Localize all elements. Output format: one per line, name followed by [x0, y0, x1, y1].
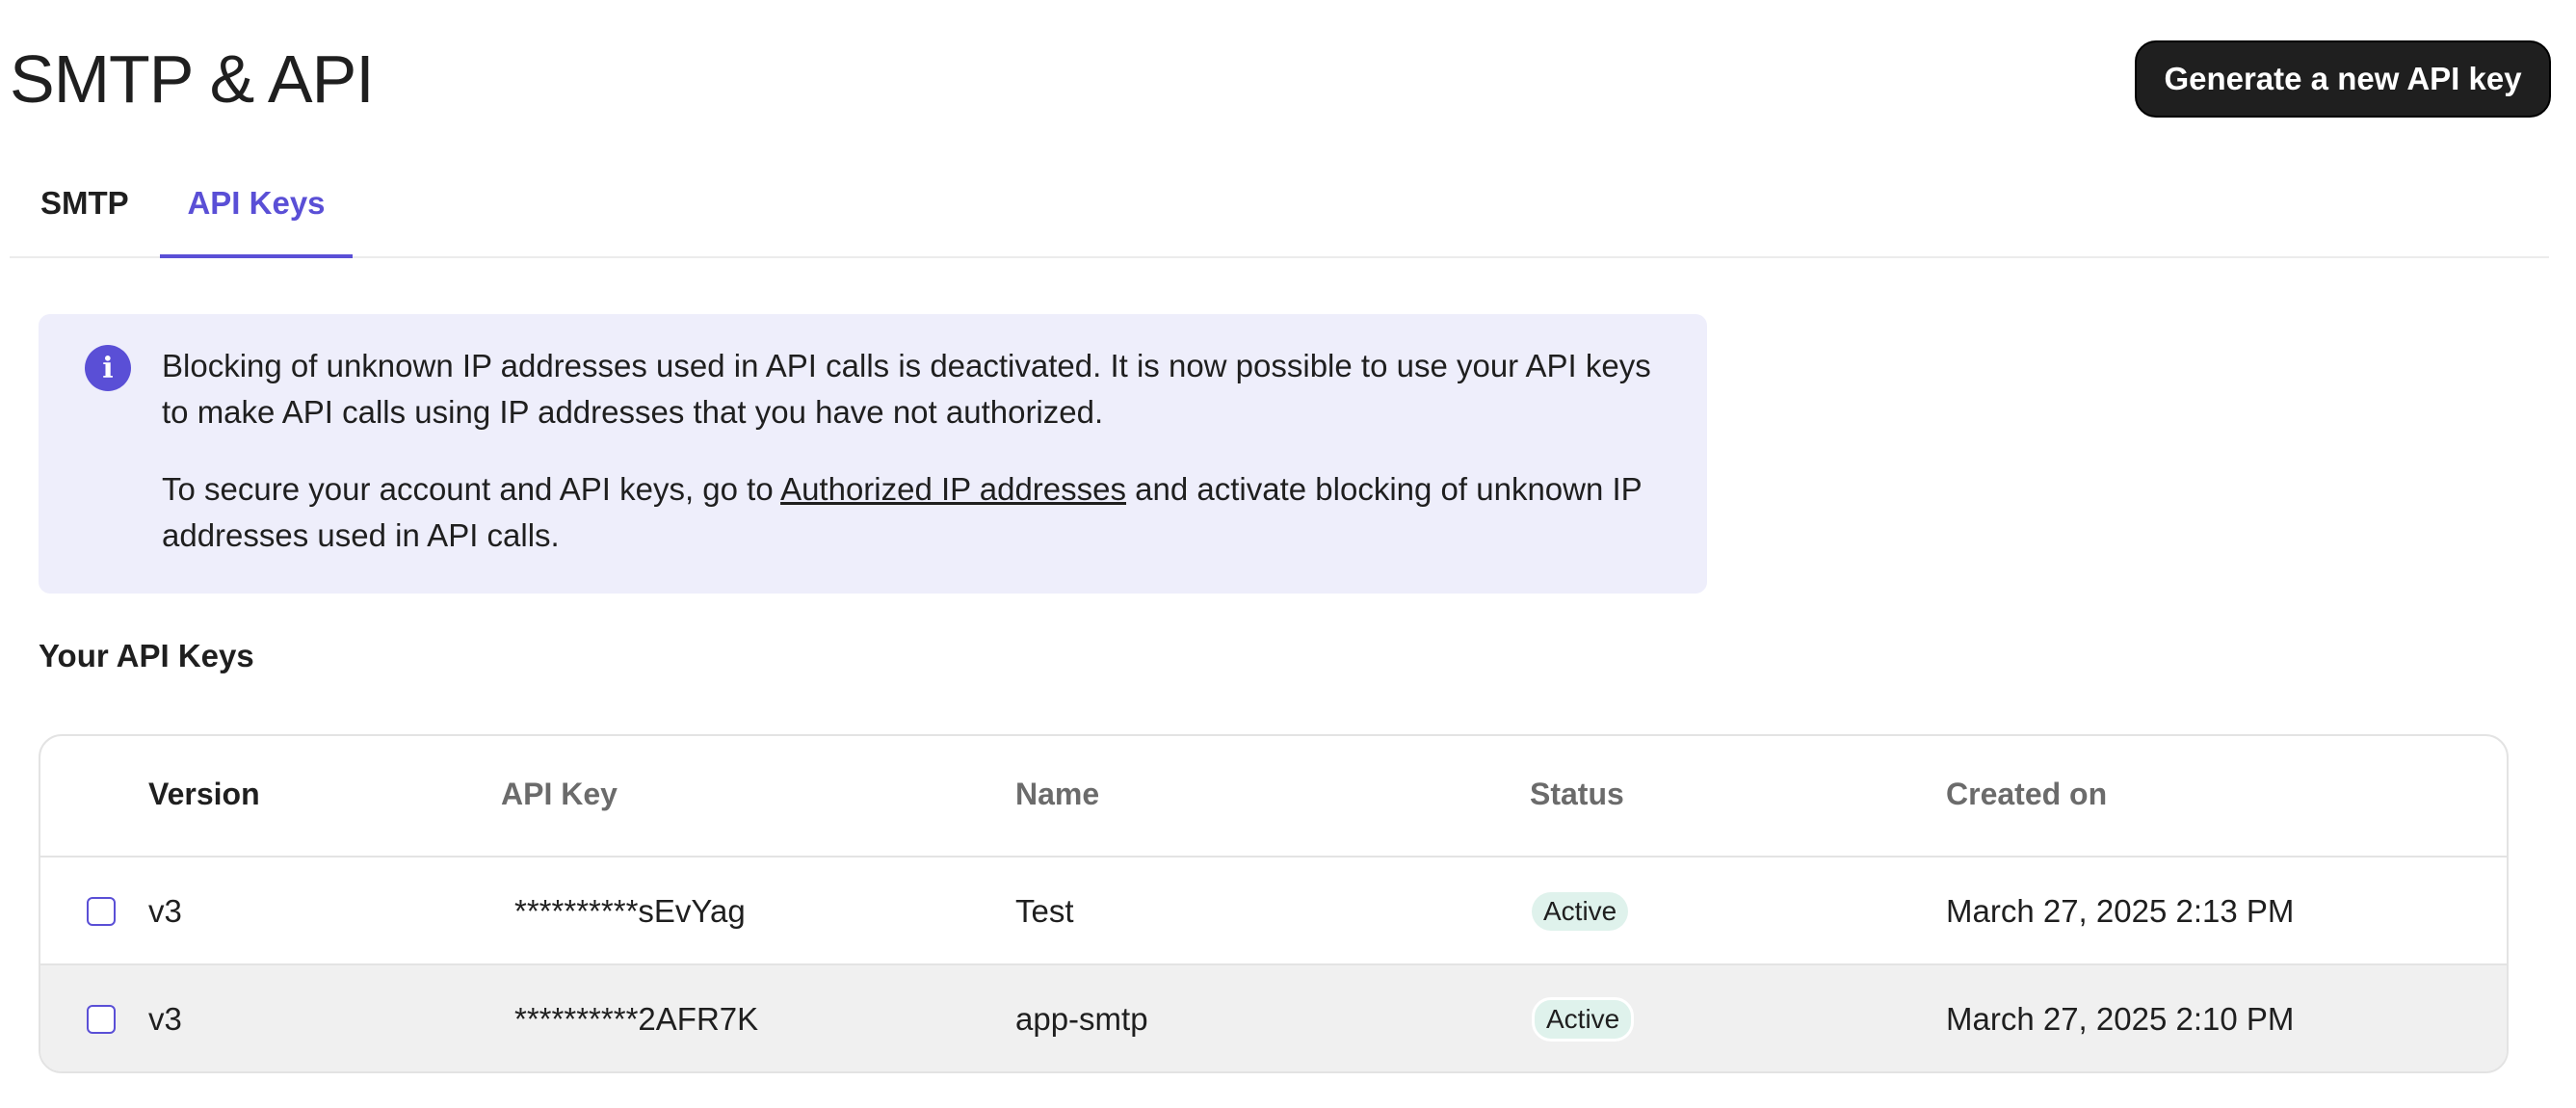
row-checkbox-cell: [87, 965, 116, 1071]
column-header-name[interactable]: Name: [1015, 777, 1099, 812]
status-badge: Active: [1532, 892, 1629, 931]
table-header: Version API Key Name Status Created on: [40, 736, 2507, 857]
row-checkbox[interactable]: [87, 1005, 116, 1034]
created-on-cell: March 27, 2025 2:10 PM: [1946, 1001, 2295, 1037]
info-icon: i: [85, 345, 131, 391]
page-title: SMTP & API: [10, 41, 375, 117]
section-title: Your API Keys: [39, 638, 254, 673]
table-row[interactable]: v3 **********sEvYag Test Active March 27…: [40, 857, 2507, 965]
tab-smtp[interactable]: SMTP: [40, 164, 129, 256]
version-cell: v3: [148, 1001, 182, 1037]
banner-paragraph-2: To secure your account and API keys, go …: [162, 466, 1665, 559]
status-cell: Active: [1532, 965, 1635, 1071]
page: SMTP & API Generate a new API key SMTP A…: [0, 0, 2576, 1108]
authorized-ip-addresses-link[interactable]: Authorized IP addresses: [780, 471, 1126, 507]
column-header-api-key[interactable]: API Key: [501, 777, 618, 812]
name-cell: app-smtp: [1015, 1001, 1148, 1037]
generate-api-key-button[interactable]: Generate a new API key: [2135, 40, 2551, 118]
api-keys-table: Version API Key Name Status Created on v…: [39, 734, 2509, 1073]
column-header-status[interactable]: Status: [1530, 777, 1624, 812]
row-checkbox-cell: [87, 857, 116, 965]
row-checkbox[interactable]: [87, 897, 116, 926]
created-on-cell: March 27, 2025 2:13 PM: [1946, 893, 2295, 929]
name-cell: Test: [1015, 893, 1074, 929]
column-header-version[interactable]: Version: [148, 777, 260, 812]
api-key-cell: **********2AFR7K: [514, 1001, 759, 1037]
tab-api-keys[interactable]: API Keys: [160, 164, 353, 258]
table-row[interactable]: v3 **********2AFR7K app-smtp Active Marc…: [40, 965, 2507, 1071]
info-banner: i Blocking of unknown IP addresses used …: [39, 314, 1707, 594]
api-key-cell: **********sEvYag: [514, 893, 746, 929]
banner-text: Blocking of unknown IP addresses used in…: [162, 343, 1665, 590]
status-cell: Active: [1532, 857, 1629, 965]
banner-paragraph-1: Blocking of unknown IP addresses used in…: [162, 348, 1651, 430]
version-cell: v3: [148, 893, 182, 929]
banner-paragraph-2-prefix: To secure your account and API keys, go …: [162, 471, 781, 507]
column-header-created-on[interactable]: Created on: [1946, 777, 2107, 812]
status-badge: Active: [1532, 997, 1635, 1042]
tab-bar: SMTP API Keys: [10, 164, 2549, 258]
